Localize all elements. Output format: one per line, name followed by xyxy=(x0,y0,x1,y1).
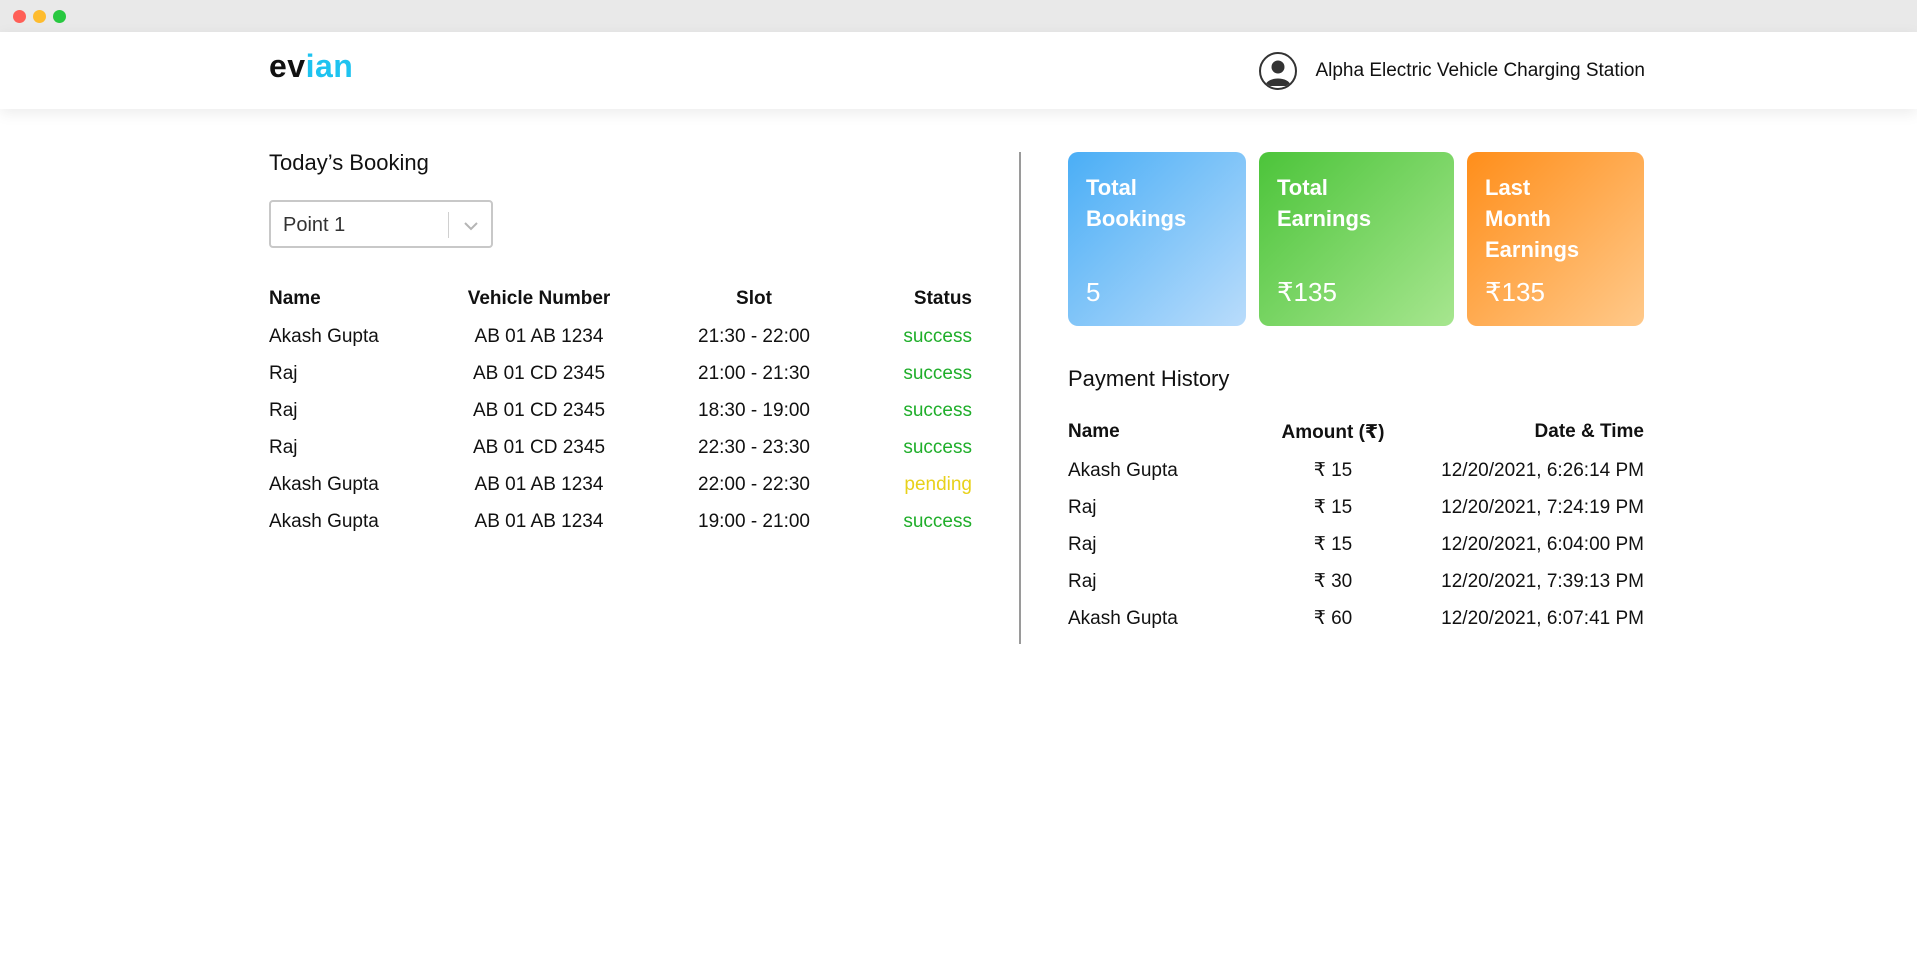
todays-booking-title: Today’s Booking xyxy=(269,150,429,175)
top-navbar: evian Alpha Electric Vehicle Charging St… xyxy=(0,32,1917,109)
last-month-earnings-value: ₹135 xyxy=(1485,277,1545,307)
total-bookings-card: Total Bookings 5 xyxy=(1068,152,1246,326)
payment-history-table: Name Amount (₹) Date & Time Akash Gupta … xyxy=(1068,412,1644,637)
booking-status: success xyxy=(903,362,972,384)
payment-amount: ₹ 15 xyxy=(1313,534,1353,555)
payment-name: Akash Gupta xyxy=(1068,459,1178,481)
payment-amount: ₹ 30 xyxy=(1313,571,1353,592)
stat-cards: Total Bookings 5 Total Earnings ₹135 Las… xyxy=(1068,152,1644,326)
select-separator xyxy=(448,212,449,238)
table-row: Raj AB 01 CD 2345 22:30 - 23:30 success xyxy=(269,429,972,466)
payment-history-title: Payment History xyxy=(1068,366,1230,391)
card-title-line: Bookings xyxy=(1086,206,1187,231)
booking-slot: 22:00 - 22:30 xyxy=(698,473,810,495)
summary-section: Total Bookings 5 Total Earnings ₹135 Las… xyxy=(1068,152,1644,637)
column-header-name: Name xyxy=(269,288,321,309)
booking-slot: 18:30 - 19:00 xyxy=(698,399,810,421)
booking-status: success xyxy=(903,399,972,421)
card-title-line: Total xyxy=(1277,175,1328,200)
column-header-date-time: Date & Time xyxy=(1534,421,1644,442)
brand-logo-part2: ian xyxy=(305,48,354,84)
card-title-line: Month xyxy=(1485,206,1551,231)
payment-name: Raj xyxy=(1068,496,1097,518)
total-earnings-title: Total Earnings xyxy=(1277,172,1436,234)
table-row: Raj ₹ 15 12/20/2021, 6:04:00 PM xyxy=(1068,526,1644,563)
column-header-amount: Amount (₹) xyxy=(1281,421,1385,443)
todays-booking-section: Today’s Booking Point 1 Name Vehicle Num… xyxy=(269,150,972,540)
payment-amount: ₹ 60 xyxy=(1313,608,1353,629)
table-row: Raj AB 01 CD 2345 21:00 - 21:30 success xyxy=(269,355,972,392)
booking-slot: 21:00 - 21:30 xyxy=(698,362,810,384)
booking-name: Akash Gupta xyxy=(269,510,379,532)
booking-name: Akash Gupta xyxy=(269,325,379,347)
user-circle-icon[interactable] xyxy=(1259,52,1298,90)
column-header-vehicle-number: Vehicle Number xyxy=(467,288,611,309)
last-month-earnings-title: Last Month Earnings xyxy=(1485,172,1626,265)
card-title-line: Earnings xyxy=(1277,206,1372,231)
payment-amount: ₹ 15 xyxy=(1313,497,1353,518)
column-header-name: Name xyxy=(1068,421,1120,442)
table-row: Akash Gupta AB 01 AB 1234 21:30 - 22:00 … xyxy=(269,318,972,355)
payment-datetime: 12/20/2021, 6:26:14 PM xyxy=(1441,459,1644,481)
total-bookings-title: Total Bookings xyxy=(1086,172,1228,234)
card-title-line: Last xyxy=(1485,175,1531,200)
booking-status: success xyxy=(903,436,972,458)
booking-name: Raj xyxy=(269,399,298,421)
table-row: Raj AB 01 CD 2345 18:30 - 19:00 success xyxy=(269,392,972,429)
table-row: Akash Gupta AB 01 AB 1234 22:00 - 22:30 … xyxy=(269,466,972,503)
payment-datetime: 12/20/2021, 7:24:19 PM xyxy=(1441,496,1644,518)
brand-logo-part1: ev xyxy=(269,48,306,84)
table-row: Akash Gupta AB 01 AB 1234 19:00 - 21:00 … xyxy=(269,503,972,540)
card-title-line: Earnings xyxy=(1485,237,1580,262)
payment-name: Raj xyxy=(1068,533,1097,555)
booking-name: Raj xyxy=(269,362,298,384)
payment-table-header: Name Amount (₹) Date & Time xyxy=(1068,412,1644,452)
card-title-line: Total xyxy=(1086,175,1137,200)
window-titlebar xyxy=(0,0,1917,32)
window-close-button[interactable] xyxy=(13,10,26,23)
booking-status: pending xyxy=(904,473,972,495)
column-header-status: Status xyxy=(913,288,972,309)
payment-name: Akash Gupta xyxy=(1068,607,1178,629)
payment-name: Raj xyxy=(1068,570,1097,592)
total-bookings-value: 5 xyxy=(1086,277,1101,307)
station-profile[interactable]: Alpha Electric Vehicle Charging Station xyxy=(1259,52,1645,90)
window-minimize-button[interactable] xyxy=(33,10,46,23)
booking-vehicle: AB 01 AB 1234 xyxy=(474,473,604,495)
station-name: Alpha Electric Vehicle Charging Station xyxy=(1315,60,1645,81)
booking-vehicle: AB 01 CD 2345 xyxy=(472,362,606,384)
booking-slot: 19:00 - 21:00 xyxy=(698,510,810,532)
window-maximize-button[interactable] xyxy=(53,10,66,23)
table-row: Akash Gupta ₹ 60 12/20/2021, 6:07:41 PM xyxy=(1068,600,1644,637)
booking-name: Raj xyxy=(269,436,298,458)
booking-vehicle: AB 01 CD 2345 xyxy=(472,399,606,421)
booking-name: Akash Gupta xyxy=(269,473,379,495)
last-month-earnings-card: Last Month Earnings ₹135 xyxy=(1467,152,1644,326)
booking-slot: 21:30 - 22:00 xyxy=(698,325,810,347)
booking-status: success xyxy=(903,510,972,532)
table-row: Akash Gupta ₹ 15 12/20/2021, 6:26:14 PM xyxy=(1068,452,1644,489)
table-row: Raj ₹ 15 12/20/2021, 7:24:19 PM xyxy=(1068,489,1644,526)
total-earnings-card: Total Earnings ₹135 xyxy=(1259,152,1454,326)
payment-amount: ₹ 15 xyxy=(1313,460,1353,481)
charging-point-select-value: Point 1 xyxy=(283,214,346,236)
vertical-divider xyxy=(1019,152,1021,644)
table-row: Raj ₹ 30 12/20/2021, 7:39:13 PM xyxy=(1068,563,1644,600)
booking-table: Name Vehicle Number Slot Status Akash Gu… xyxy=(269,280,972,540)
booking-vehicle: AB 01 AB 1234 xyxy=(474,510,604,532)
booking-table-header: Name Vehicle Number Slot Status xyxy=(269,280,972,318)
booking-slot: 22:30 - 23:30 xyxy=(698,436,810,458)
booking-vehicle: AB 01 CD 2345 xyxy=(472,436,606,458)
brand-logo[interactable]: evian xyxy=(269,48,353,85)
charging-point-select[interactable]: Point 1 xyxy=(269,200,493,248)
payment-datetime: 12/20/2021, 6:04:00 PM xyxy=(1441,533,1644,555)
column-header-slot: Slot xyxy=(736,288,772,309)
payment-datetime: 12/20/2021, 7:39:13 PM xyxy=(1441,570,1644,592)
booking-status: success xyxy=(903,325,972,347)
payment-datetime: 12/20/2021, 6:07:41 PM xyxy=(1441,607,1644,629)
total-earnings-value: ₹135 xyxy=(1277,277,1337,307)
booking-vehicle: AB 01 AB 1234 xyxy=(474,325,604,347)
chevron-down-icon[interactable] xyxy=(459,214,483,238)
